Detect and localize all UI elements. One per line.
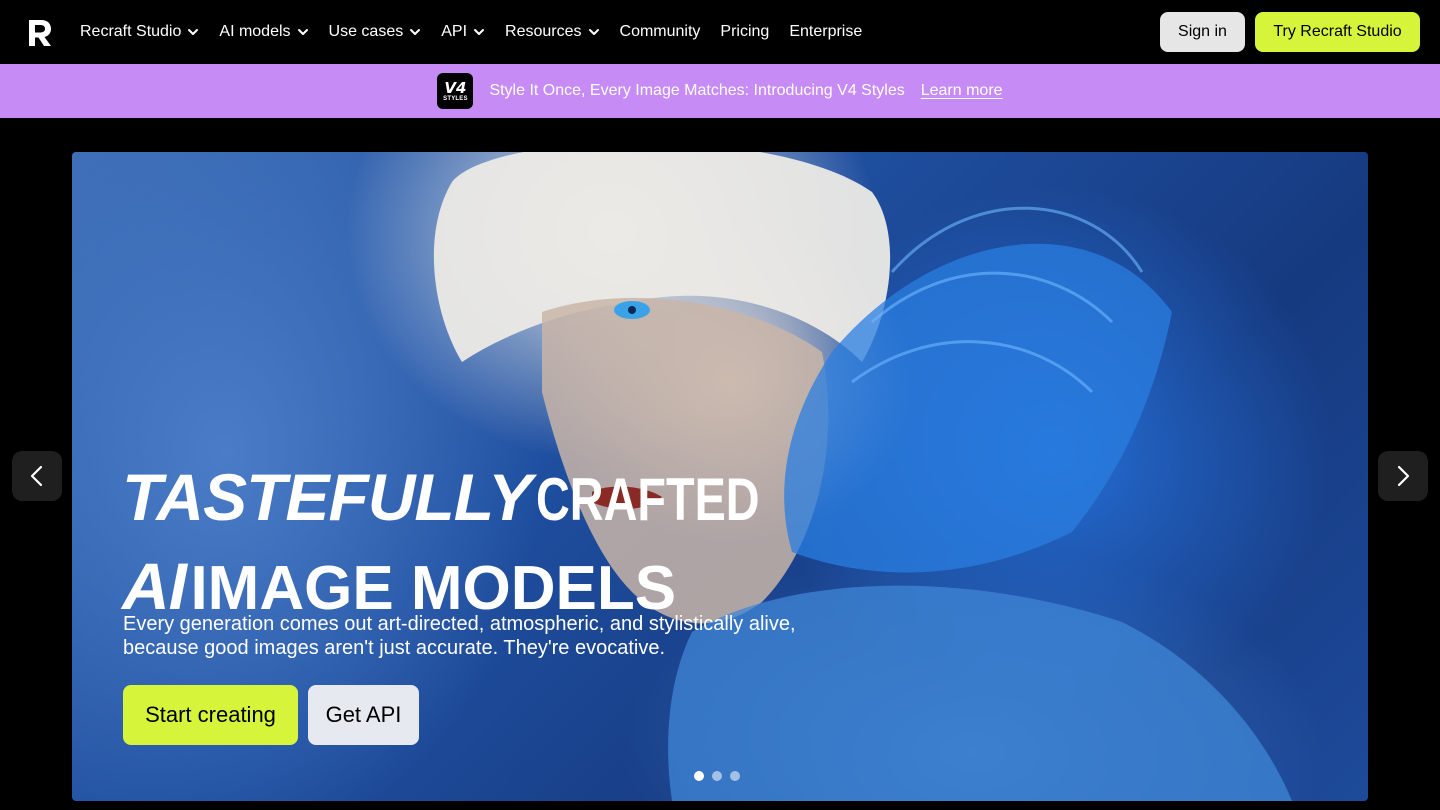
chevron-down-icon (474, 29, 485, 35)
carousel-prev-button[interactable] (12, 451, 62, 501)
badge-main-text: V4 (444, 78, 467, 97)
carousel-next-button[interactable] (1378, 451, 1428, 501)
chevron-down-icon (588, 29, 599, 35)
get-api-button[interactable]: Get API (308, 685, 419, 745)
chevron-left-icon (30, 465, 43, 487)
nav-item-ai-models[interactable]: AI models (219, 23, 308, 41)
carousel-dot-1[interactable] (694, 771, 704, 781)
nav-item-pricing[interactable]: Pricing (720, 23, 769, 41)
top-navigation: Recraft Studio AI models Use cases API Resou… (0, 0, 1440, 64)
chevron-right-icon (1397, 465, 1410, 487)
learn-more-link[interactable]: Learn more (921, 82, 1003, 100)
recraft-logo-icon[interactable] (24, 16, 56, 48)
nav-item-api[interactable]: API (441, 23, 485, 41)
sign-in-button[interactable]: Sign in (1160, 12, 1245, 52)
badge-sub-text: STYLES (443, 95, 468, 102)
nav-item-label: AI models (219, 23, 291, 40)
carousel-dot-2[interactable] (712, 771, 722, 781)
try-recraft-studio-button[interactable]: Try Recraft Studio (1255, 12, 1420, 52)
title-word-crafted: CRAFTED (535, 466, 760, 533)
nav-item-label: Community (619, 23, 701, 40)
nav-item-use-cases[interactable]: Use cases (329, 23, 422, 41)
nav-item-label: Pricing (720, 23, 770, 40)
carousel-pagination (694, 771, 740, 781)
v4-styles-badge-icon: V4 STYLES (437, 73, 474, 109)
hero-subtitle: Every generation comes out art-directed,… (123, 613, 796, 659)
nav-links: Recraft Studio AI models Use cases API Resou… (80, 0, 882, 64)
nav-item-label: API (441, 23, 468, 40)
nav-item-label: Use cases (328, 23, 404, 40)
banner-text: Style It Once, Every Image Matches: Intr… (489, 82, 905, 99)
nav-item-community[interactable]: Community (620, 23, 701, 41)
title-word-tastefully: TASTEFULLY (122, 460, 532, 534)
nav-item-label: Resources (505, 23, 582, 40)
chevron-down-icon (410, 29, 421, 35)
hero-carousel-slide: TASTEFULLY CRAFTED AI IMAGE MODELS Every… (72, 152, 1368, 801)
chevron-down-icon (297, 29, 308, 35)
announcement-banner: V4 STYLES Style It Once, Every Image Mat… (0, 64, 1440, 118)
chevron-down-icon (188, 29, 199, 35)
start-creating-button[interactable]: Start creating (123, 685, 298, 745)
carousel-dot-3[interactable] (730, 771, 740, 781)
nav-item-label: Enterprise (789, 23, 863, 40)
nav-item-resources[interactable]: Resources (505, 23, 599, 41)
nav-item-recraft-studio[interactable]: Recraft Studio (80, 23, 199, 41)
nav-item-label: Recraft Studio (80, 23, 182, 40)
nav-item-enterprise[interactable]: Enterprise (789, 23, 862, 41)
